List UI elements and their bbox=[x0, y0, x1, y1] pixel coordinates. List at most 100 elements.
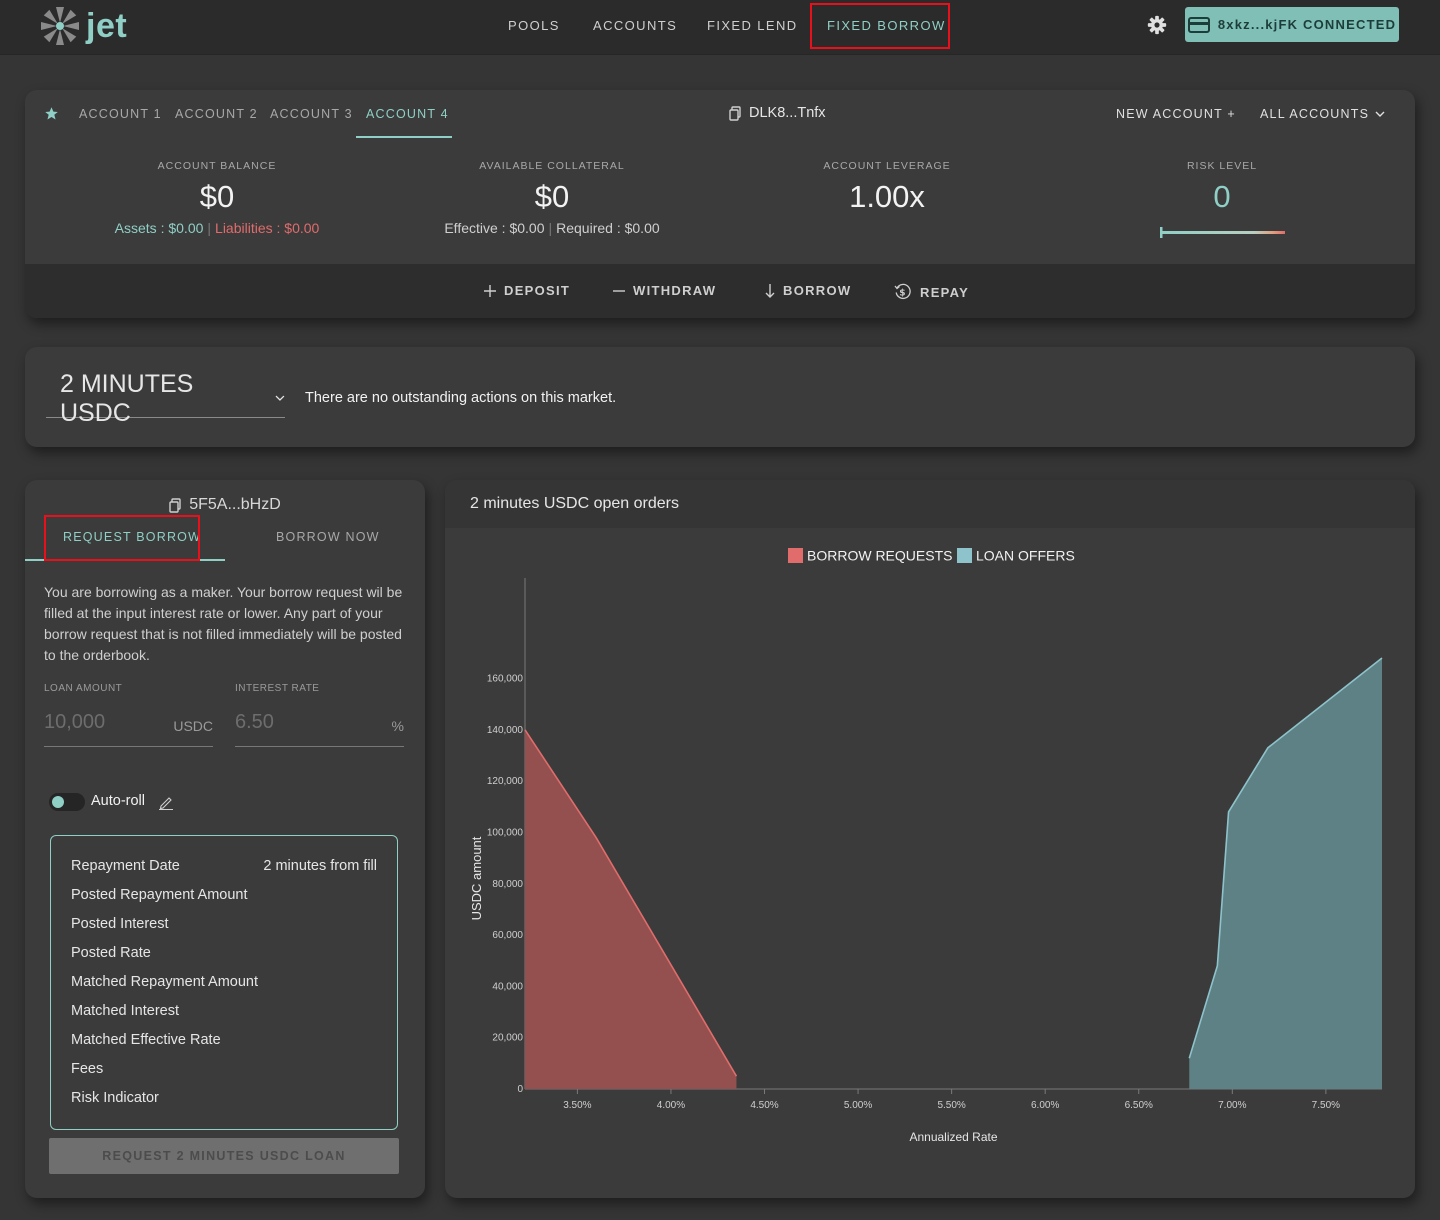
x-tick-label: 3.50% bbox=[563, 1100, 591, 1111]
tab-borrow-now[interactable]: BORROW NOW bbox=[276, 530, 380, 544]
legend-label-0: BORROW REQUESTS bbox=[807, 548, 952, 564]
assets-liabilities: Assets : $0.00 | Liabilities : $0.00 bbox=[114, 220, 320, 236]
wallet-label: 8xkz...kjFK CONNECTED bbox=[1217, 17, 1397, 32]
loan-amount-label: LOAN AMOUNT bbox=[44, 683, 123, 694]
all-accounts-label: ALL ACCOUNTS bbox=[1260, 107, 1370, 121]
borrow-label: BORROW bbox=[783, 283, 852, 298]
loan-amount-unit: USDC bbox=[173, 718, 213, 734]
withdraw-label: WITHDRAW bbox=[633, 283, 717, 298]
account-address[interactable]: DLK8...Tnfx bbox=[729, 105, 826, 121]
chart-title: 2 minutes USDC open orders bbox=[470, 495, 679, 512]
risk-level-label: RISK LEVEL bbox=[1186, 160, 1258, 172]
y-tick-label: 160,000 bbox=[487, 674, 524, 685]
risk-level-gauge bbox=[1160, 227, 1285, 238]
x-tick-label: 6.00% bbox=[1031, 1100, 1059, 1111]
detail-label: Matched Repayment Amount bbox=[71, 974, 258, 990]
account-action-bar: DEPOSIT WITHDRAW BORROW $ REPAY bbox=[25, 264, 1415, 318]
y-tick-label: 140,000 bbox=[487, 725, 524, 736]
gear-icon[interactable] bbox=[1146, 14, 1168, 36]
loan-amount-placeholder: 10,000 bbox=[44, 711, 106, 733]
toggle-knob bbox=[52, 796, 64, 808]
borrow-form-card: 5F5A...bHzD REQUEST BORROW BORROW NOW Yo… bbox=[25, 480, 425, 1198]
annotation-highlight-box bbox=[44, 515, 200, 561]
open-orders-chart-card: 2 minutes USDC open orders 0 20,000 40,000… bbox=[445, 480, 1415, 1198]
withdraw-button[interactable]: WITHDRAW bbox=[613, 283, 716, 298]
borrow-button[interactable]: BORROW bbox=[765, 283, 851, 298]
detail-row: Matched Effective Rate bbox=[71, 1032, 377, 1048]
market-select[interactable]: 2 MINUTES USDC bbox=[46, 370, 285, 427]
deposit-button[interactable]: DEPOSIT bbox=[484, 283, 570, 298]
wallet-icon bbox=[1187, 16, 1210, 33]
arrow-down-icon bbox=[765, 283, 775, 298]
loan-details-panel: Repayment Date 2 minutes from fill Posted… bbox=[50, 835, 398, 1130]
star-icon[interactable] bbox=[44, 106, 59, 121]
tab-account-2[interactable]: ACCOUNT 2 bbox=[175, 107, 258, 121]
chevron-down-icon bbox=[275, 395, 285, 401]
detail-label: Risk Indicator bbox=[71, 1090, 159, 1106]
nav-pools[interactable]: POOLS bbox=[508, 18, 560, 33]
plus-icon bbox=[484, 284, 496, 297]
interest-rate-placeholder: 6.50 bbox=[235, 711, 274, 733]
repay-label: REPAY bbox=[920, 284, 970, 300]
detail-row: Posted Repayment Amount bbox=[71, 887, 377, 903]
new-account-button[interactable]: NEW ACCOUNT + bbox=[1116, 107, 1236, 121]
tab-account-3[interactable]: ACCOUNT 3 bbox=[270, 107, 353, 121]
annotation-highlight-box bbox=[810, 3, 950, 49]
chart-header: 2 minutes USDC open orders bbox=[445, 480, 1415, 528]
detail-row: Posted Rate bbox=[71, 945, 377, 961]
repay-icon: $ bbox=[894, 283, 911, 299]
market-card: 2 MINUTES USDC There are no outstanding … bbox=[25, 347, 1415, 447]
logo[interactable]: jet bbox=[38, 4, 127, 48]
minus-icon bbox=[613, 289, 625, 292]
y-tick-label: 100,000 bbox=[487, 827, 524, 838]
x-tick-label: 7.00% bbox=[1218, 1100, 1246, 1111]
account-leverage-label: ACCOUNT LEVERAGE bbox=[823, 160, 951, 172]
detail-row: Risk Indicator bbox=[71, 1090, 377, 1106]
all-accounts-dropdown[interactable]: ALL ACCOUNTS bbox=[1260, 107, 1385, 121]
market-address-text: 5F5A...bHzD bbox=[189, 496, 281, 513]
logo-word: jet bbox=[86, 6, 128, 45]
x-tick-label: 5.50% bbox=[937, 1100, 965, 1111]
x-tick-label: 4.50% bbox=[750, 1100, 778, 1111]
x-tick-label: 6.50% bbox=[1125, 1100, 1153, 1111]
market-address[interactable]: 5F5A...bHzD bbox=[25, 496, 425, 514]
detail-label: Repayment Date bbox=[71, 858, 180, 874]
available-collateral-label: AVAILABLE COLLATERAL bbox=[479, 160, 625, 172]
legend-swatch-1 bbox=[957, 548, 972, 563]
pencil-icon[interactable] bbox=[158, 794, 174, 810]
copy-icon[interactable] bbox=[729, 105, 741, 121]
request-loan-button[interactable]: REQUEST 2 MINUTES USDC LOAN bbox=[49, 1138, 399, 1174]
series-area-1 bbox=[1189, 658, 1382, 1089]
chevron-down-icon bbox=[1375, 111, 1385, 117]
account-leverage-value: 1.00x bbox=[849, 179, 925, 214]
detail-row: Matched Interest bbox=[71, 1003, 377, 1019]
effective-text: Effective : $0.00 bbox=[444, 220, 545, 236]
wallet-connected-button[interactable]: 8xkz...kjFK CONNECTED bbox=[1185, 7, 1399, 42]
form-description: You are borrowing as a maker. Your borro… bbox=[44, 584, 403, 663]
interest-rate-unit: % bbox=[391, 718, 404, 734]
market-select-value: 2 MINUTES USDC bbox=[60, 369, 194, 427]
repay-button[interactable]: $ REPAY bbox=[894, 283, 969, 301]
nav-accounts[interactable]: ACCOUNTS bbox=[593, 18, 677, 33]
interest-rate-input[interactable]: 6.50 % bbox=[235, 706, 404, 747]
detail-label: Posted Interest bbox=[71, 916, 169, 932]
account-balance-value: $0 bbox=[199, 179, 235, 214]
tab-account-4[interactable]: ACCOUNT 4 bbox=[366, 107, 449, 121]
x-tick-label: 7.50% bbox=[1312, 1100, 1340, 1111]
deposit-label: DEPOSIT bbox=[504, 283, 571, 298]
open-orders-chart: 0 20,000 40,000 60,000 80,000 100,000 120,000 1… bbox=[469, 548, 1383, 1144]
copy-icon[interactable] bbox=[169, 497, 181, 513]
risk-level-marker bbox=[1160, 227, 1163, 238]
autoroll-toggle[interactable] bbox=[49, 793, 85, 811]
svg-text:$: $ bbox=[899, 289, 907, 299]
detail-row: Matched Repayment Amount bbox=[71, 974, 377, 990]
series-area-0 bbox=[525, 729, 737, 1089]
loan-amount-input[interactable]: 10,000 USDC bbox=[44, 706, 213, 747]
tab-account-1[interactable]: ACCOUNT 1 bbox=[79, 107, 162, 121]
available-collateral-value: $0 bbox=[534, 179, 570, 214]
account-card: ACCOUNT 1 ACCOUNT 2 ACCOUNT 3 ACCOUNT 4 … bbox=[25, 90, 1415, 318]
nav-fixed-lend[interactable]: FIXED LEND bbox=[707, 18, 798, 33]
y-tick-label: 40,000 bbox=[492, 981, 523, 992]
top-navbar: jet POOLS ACCOUNTS FIXED LEND FIXED BORR… bbox=[0, 0, 1440, 55]
detail-row: Posted Interest bbox=[71, 916, 377, 932]
